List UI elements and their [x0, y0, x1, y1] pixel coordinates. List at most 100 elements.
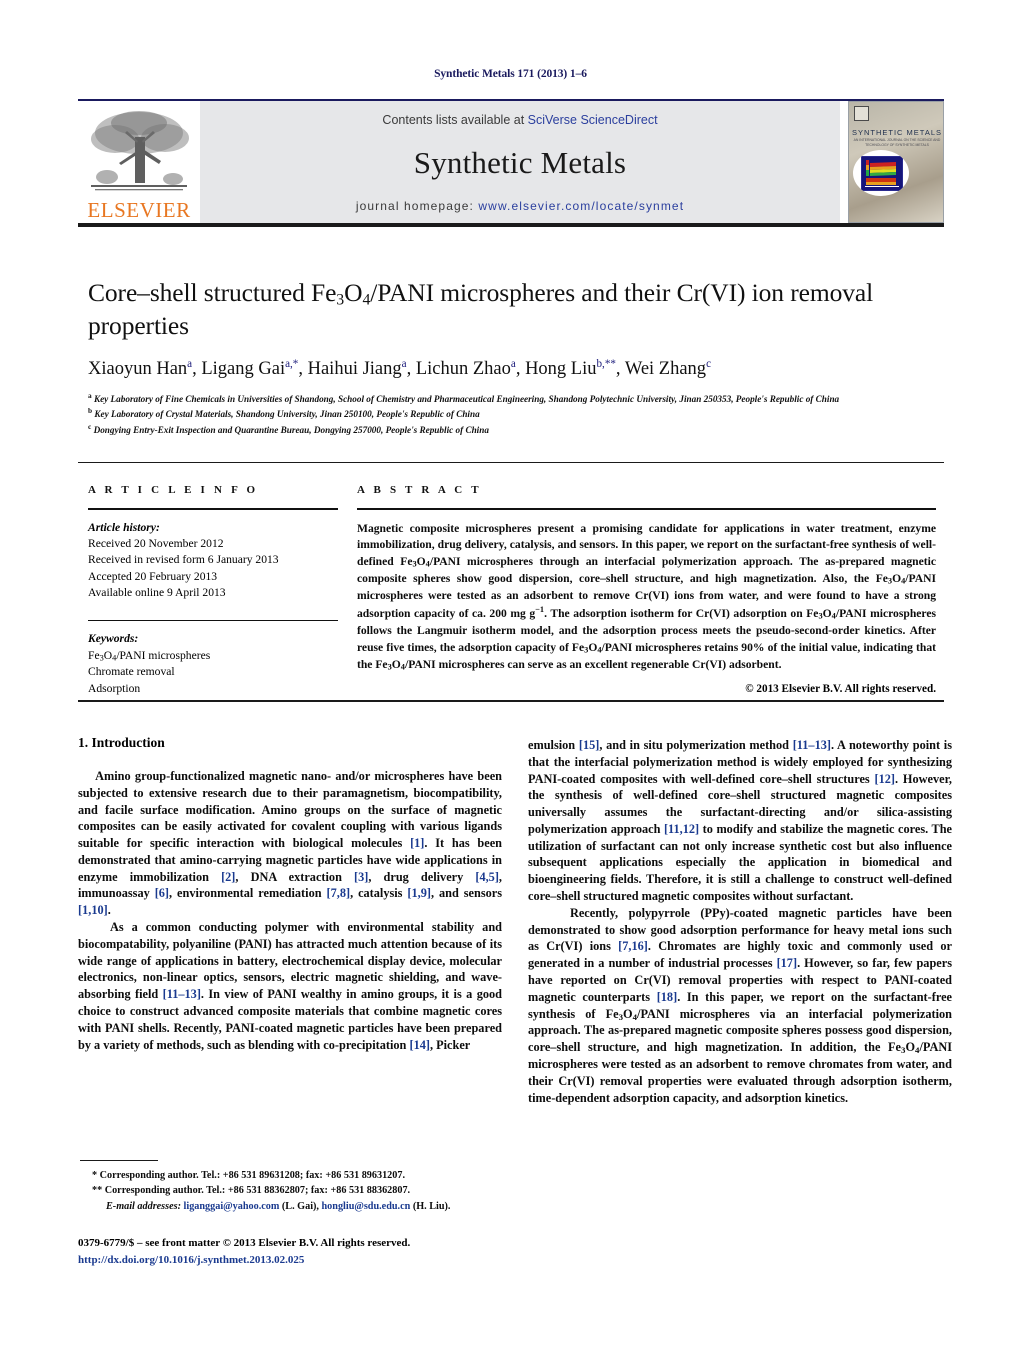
body-column-left: Amino group-functionalized magnetic nano… — [78, 768, 502, 1053]
email-link-liu[interactable]: hongliu@sdu.edu.cn — [322, 1201, 411, 1212]
citation-ref[interactable]: [6] — [155, 886, 169, 900]
cover-elsevier-mark-icon — [854, 106, 869, 121]
paragraph: As a common conducting polymer with envi… — [78, 920, 502, 1052]
homepage-prefix: journal homepage: — [355, 199, 479, 213]
sciencedirect-link[interactable]: SciVerse ScienceDirect — [528, 113, 658, 127]
footnote-corresponding-2: ** Corresponding author. Tel.: +86 531 8… — [92, 1185, 411, 1197]
contents-prefix: Contents lists available at — [382, 113, 528, 127]
cover-title: SYNTHETIC METALS — [851, 128, 943, 137]
page-title: Core–shell structured Fe3O4/PANI microsp… — [88, 277, 936, 341]
author-affiliation-marker: a — [510, 357, 516, 370]
history-item: Received in revised form 6 January 2013 — [88, 553, 279, 567]
keywords-group: Keywords: Fe3O4/PANI microspheres Chroma… — [88, 631, 338, 697]
footnotes-block: * Corresponding author. Tel.: +86 531 89… — [80, 1168, 504, 1214]
affiliation-list: a Key Laboratory of Fine Chemicals in Un… — [88, 391, 936, 437]
journal-title: Synthetic Metals — [413, 145, 627, 180]
citation-ref[interactable]: [12] — [875, 772, 896, 786]
doi-link[interactable]: http://dx.doi.org/10.1016/j.synthmet.201… — [78, 1252, 538, 1269]
journal-masthead: ELSEVIER Contents lists available at Sci… — [78, 99, 944, 227]
contents-available-line: Contents lists available at SciVerse Sci… — [382, 113, 657, 127]
history-item: Accepted 20 February 2013 — [88, 569, 218, 583]
journal-homepage-line: journal homepage: www.elsevier.com/locat… — [356, 199, 684, 213]
keyword-subscript: 3 — [99, 653, 104, 663]
affiliation-a: a Key Laboratory of Fine Chemicals in Un… — [88, 391, 840, 405]
section-heading-introduction: 1. Introduction — [78, 735, 165, 750]
citation-ref[interactable]: [3] — [354, 870, 368, 884]
affiliation-b: b Key Laboratory of Crystal Materials, S… — [88, 406, 480, 420]
citation-ref[interactable]: [1,9] — [407, 886, 431, 900]
citation-ref[interactable]: [7,16] — [618, 939, 648, 953]
paragraph: Recently, polypyrrole (PPy)-coated magne… — [528, 905, 953, 1105]
keyword-subscript: 4 — [112, 653, 117, 663]
citation-ref[interactable]: [15] — [579, 738, 600, 752]
abstract-heading: A B S T R A C T — [357, 484, 482, 496]
affiliation-marker-a: a — [88, 391, 92, 401]
citation-ref[interactable]: [1] — [410, 836, 424, 850]
spectrum-plot-icon — [862, 157, 902, 190]
email-owner-liu: (H. Liu). — [412, 1200, 451, 1212]
abstract-column: A B S T R A C T Magnetic composite micro… — [357, 484, 936, 695]
citation-ref[interactable]: [11–13] — [163, 987, 201, 1001]
article-history-group: Article history: Received 20 November 20… — [88, 520, 338, 602]
article-info-rule — [88, 508, 338, 510]
citation-ref[interactable]: [11,12] — [664, 822, 699, 836]
issn-front-matter-line: 0379-6779/$ – see front matter © 2013 El… — [78, 1237, 411, 1249]
paragraph: emulsion [15], and in situ polymerizatio… — [528, 738, 953, 904]
elsevier-wordmark: ELSEVIER — [87, 198, 191, 222]
author-affiliation-marker: a,* — [285, 357, 299, 370]
elsevier-logo: ELSEVIER — [78, 101, 200, 223]
affiliation-marker-b: b — [88, 406, 93, 416]
title-segment-2: O — [344, 278, 363, 307]
masthead-bottom-rule — [78, 223, 944, 227]
article-page: Synthetic Metals 171 (2013) 1–6 ELSEVIER… — [0, 0, 1021, 1351]
publication-footer: 0379-6779/$ – see front matter © 2013 El… — [78, 1235, 538, 1268]
keyword-item: Fe3O4/PANI microspheres — [88, 648, 211, 663]
elsevier-tree-icon — [91, 111, 189, 191]
footnote-corresponding-1: * Corresponding author. Tel.: +86 531 89… — [92, 1170, 406, 1181]
title-subscript-1: 3 — [336, 291, 345, 309]
info-panel-bottom-rule — [78, 700, 944, 702]
article-info-heading: A R T I C L E I N F O — [88, 484, 259, 496]
citation-ref[interactable]: [11–13] — [793, 738, 831, 752]
abstract-rule — [357, 508, 936, 510]
email-owner-gai: (L. Gai), — [281, 1200, 319, 1212]
author-affiliation-marker: a — [187, 357, 193, 370]
citation-ref[interactable]: [18] — [657, 990, 678, 1004]
affiliation-marker-c: c — [88, 421, 92, 431]
keywords-rule — [88, 619, 338, 622]
affiliation-c: c Dongying Entry-Exit Inspection and Qua… — [88, 421, 489, 435]
keyword-item: Adsorption — [88, 681, 141, 695]
author-affiliation-marker: b,** — [596, 357, 616, 370]
article-history-label: Article history: — [88, 520, 160, 534]
masthead-center: Contents lists available at SciVerse Sci… — [200, 101, 840, 223]
citation-ref[interactable]: [14] — [409, 1038, 430, 1052]
author-affiliation-marker: c — [706, 357, 711, 370]
paragraph: Amino group-functionalized magnetic nano… — [78, 769, 502, 918]
citation-ref[interactable]: [7,8] — [327, 886, 351, 900]
author-affiliation-marker: a — [401, 357, 407, 370]
citation-ref[interactable]: [4,5] — [475, 870, 499, 884]
running-head: Synthetic Metals 171 (2013) 1–6 — [434, 68, 587, 80]
citation-ref[interactable]: [1,10] — [78, 903, 108, 917]
info-panel-top-rule — [78, 462, 944, 463]
journal-cover-thumbnail: SYNTHETIC METALS AN INTERNATIONAL JOURNA… — [848, 101, 944, 223]
citation-ref[interactable]: [17] — [777, 956, 798, 970]
keywords-label: Keywords: — [88, 632, 139, 646]
body-column-right: emulsion [15], and in situ polymerizatio… — [528, 737, 952, 1106]
article-info-column: A R T I C L E I N F O Article history: R… — [88, 484, 338, 697]
keyword-item: Chromate removal — [88, 665, 175, 679]
email-link-gai[interactable]: liganggai@yahoo.com — [184, 1201, 280, 1212]
citation-ref[interactable]: [2] — [221, 870, 235, 884]
footnote-emails: E-mail addresses: liganggai@yahoo.com (L… — [80, 1199, 504, 1214]
footnote-separator-rule — [80, 1160, 158, 1162]
author-list: Xiaoyun Hana, Ligang Gaia,*, Haihui Jian… — [88, 357, 711, 380]
title-segment-1: Core–shell structured Fe — [88, 278, 337, 307]
cover-spectrum-image — [861, 156, 903, 191]
journal-homepage-link[interactable]: www.elsevier.com/locate/synmet — [478, 199, 684, 213]
cover-oval-inset — [853, 150, 909, 196]
history-item: Received 20 November 2012 — [88, 536, 224, 550]
copyright-line: © 2013 Elsevier B.V. All rights reserved… — [745, 682, 936, 695]
email-addresses-label: E-mail addresses: — [106, 1200, 181, 1212]
title-block: Core–shell structured Fe3O4/PANI microsp… — [88, 277, 936, 437]
abstract-text: Magnetic composite microspheres present … — [357, 521, 937, 672]
